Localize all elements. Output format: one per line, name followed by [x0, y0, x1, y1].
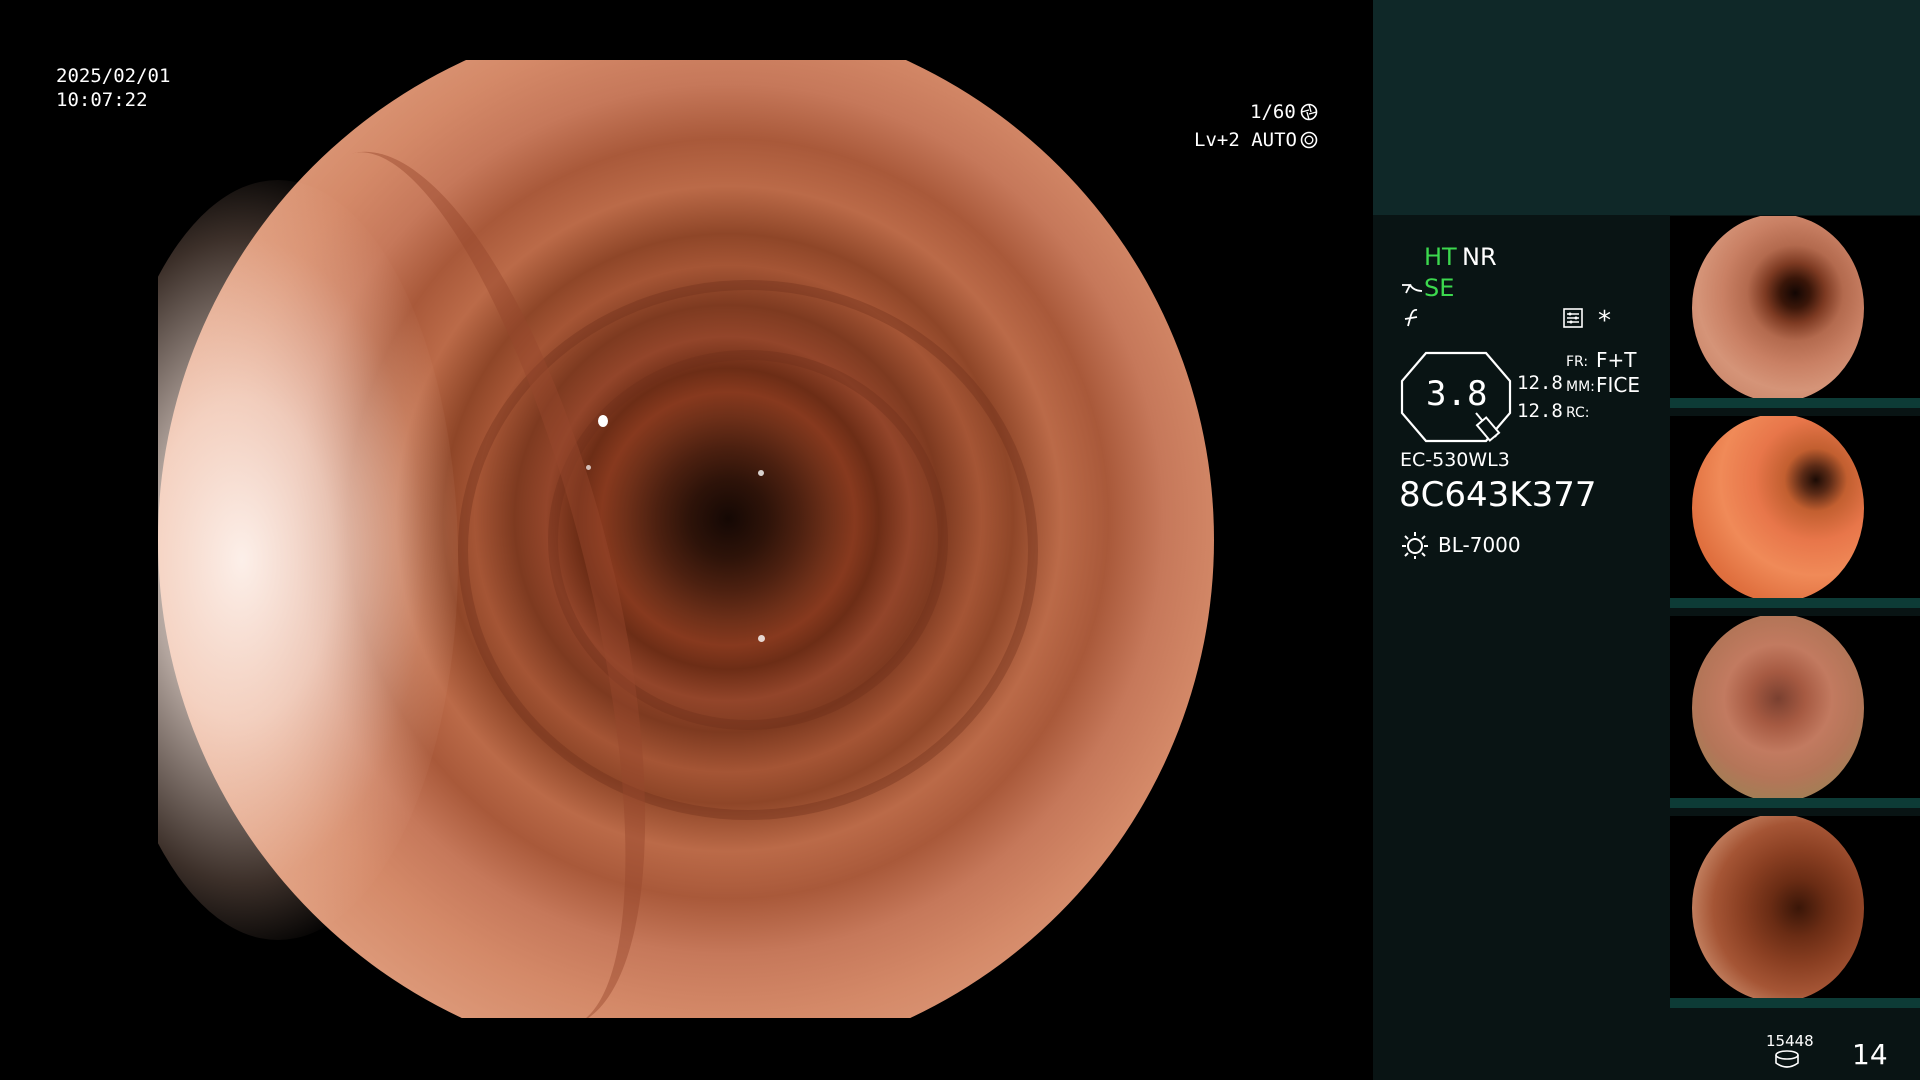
rc-label: RC: [1566, 405, 1590, 421]
thumbnail-1[interactable] [1670, 216, 1920, 408]
structure-enhance-icon [1402, 284, 1423, 294]
thumbnail-4[interactable] [1670, 816, 1920, 1008]
fr-label: FR: [1566, 354, 1589, 370]
shutter-readout: 1/60 [1250, 101, 1296, 123]
light-source-icon [1402, 532, 1428, 559]
light-reflection [586, 465, 591, 470]
shutter-icon [1300, 103, 1318, 121]
storage-count: 15448 [1766, 1032, 1814, 1050]
date-readout: 2025/02/01 [56, 65, 171, 87]
endoscope-image [158, 60, 1214, 1018]
asterisk-marker: * [1598, 306, 1611, 336]
storage-icon [1775, 1050, 1799, 1068]
patient-info-box [1373, 0, 1920, 215]
ht-indicator: HT [1424, 243, 1457, 271]
mm-label: MM: [1566, 379, 1595, 395]
nr-indicator: NR [1462, 243, 1497, 271]
scope-model: EC-530WL3 [1400, 449, 1510, 471]
freeze-icon [1404, 308, 1418, 327]
fr-value: F+T [1596, 348, 1637, 372]
thumbnail-3[interactable] [1670, 616, 1920, 808]
mm-value: FICE [1596, 373, 1641, 397]
iris-mode-readout: Lv+2 AUTO [1194, 129, 1297, 151]
light-source-model: BL-7000 [1438, 533, 1521, 557]
light-reflection [758, 635, 765, 642]
value-bottom: 12.8 [1517, 400, 1563, 422]
light-reflection [758, 470, 764, 476]
iris-icon [1300, 131, 1318, 149]
value-top: 12.8 [1517, 372, 1563, 394]
scope-serial: 8C643K377 [1399, 475, 1597, 515]
zoom-value: 3.8 [1426, 374, 1488, 414]
record-settings-icon [1563, 308, 1583, 328]
main-endoscope-view: 2025/02/01 10:07:22 1/60 Lv+2 AUTO [0, 0, 1373, 1080]
time-readout: 10:07:22 [56, 89, 148, 111]
image-count: 14 [1852, 1038, 1888, 1071]
se-indicator: SE [1424, 274, 1455, 302]
thumbnail-2[interactable] [1670, 416, 1920, 608]
light-reflection [598, 415, 608, 427]
